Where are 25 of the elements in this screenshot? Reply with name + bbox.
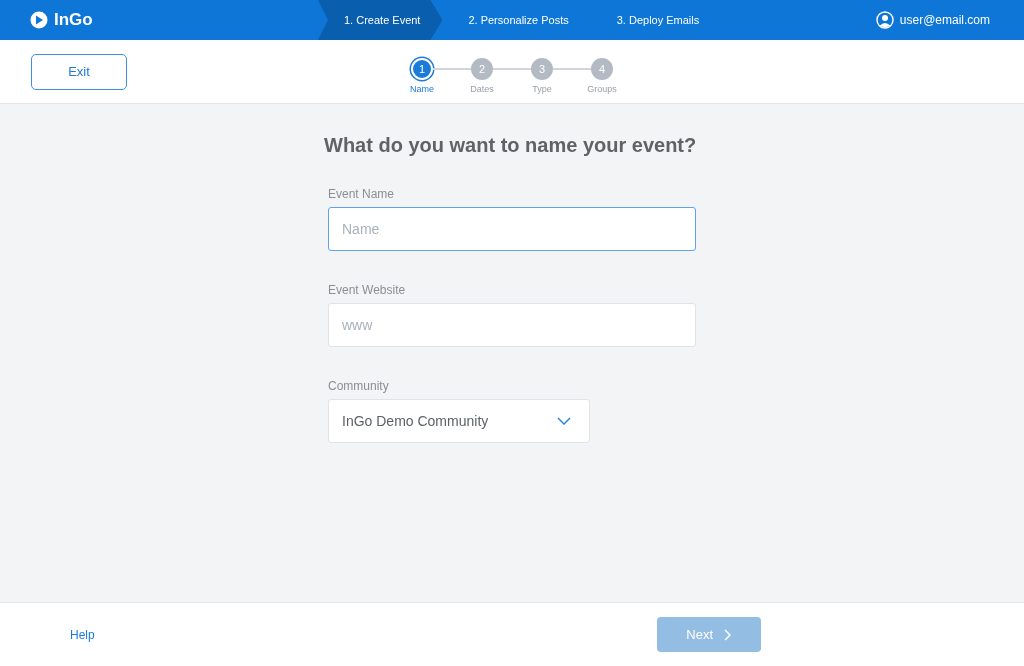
app-name: InGo [54, 10, 93, 30]
step-circle: 1 [411, 57, 433, 80]
step-circle: 4 [591, 57, 613, 80]
stage-tab[interactable]: 3. Deploy Emails [590, 0, 722, 40]
stage-tab[interactable]: 1. Create Event [318, 0, 443, 40]
page-heading: What do you want to name your event? [324, 134, 696, 157]
chevron-right-icon [723, 628, 732, 641]
stage-tab[interactable]: 2. Personalize Posts [442, 0, 591, 40]
field-label: Event Website [328, 283, 407, 297]
step-label: Type [532, 83, 552, 94]
chevron-down-icon [557, 417, 571, 425]
logo-icon [30, 11, 48, 29]
user-email[interactable]: user@email.com [899, 13, 990, 27]
field-label: Event Name [328, 187, 396, 201]
help-link[interactable]: Help [70, 627, 95, 642]
step-circle: 3 [531, 57, 553, 80]
step-label: Groups [587, 83, 617, 94]
community-dropdown[interactable]: InGo Demo Community [328, 399, 590, 443]
text-field[interactable]: Name [328, 207, 696, 251]
user-avatar-icon [875, 11, 894, 29]
step-label: Dates [470, 83, 494, 94]
exit-button[interactable]: Exit [31, 53, 127, 90]
step-label: Name [410, 83, 434, 94]
field-label: Community [328, 379, 390, 393]
step-circle: 2 [471, 57, 493, 80]
